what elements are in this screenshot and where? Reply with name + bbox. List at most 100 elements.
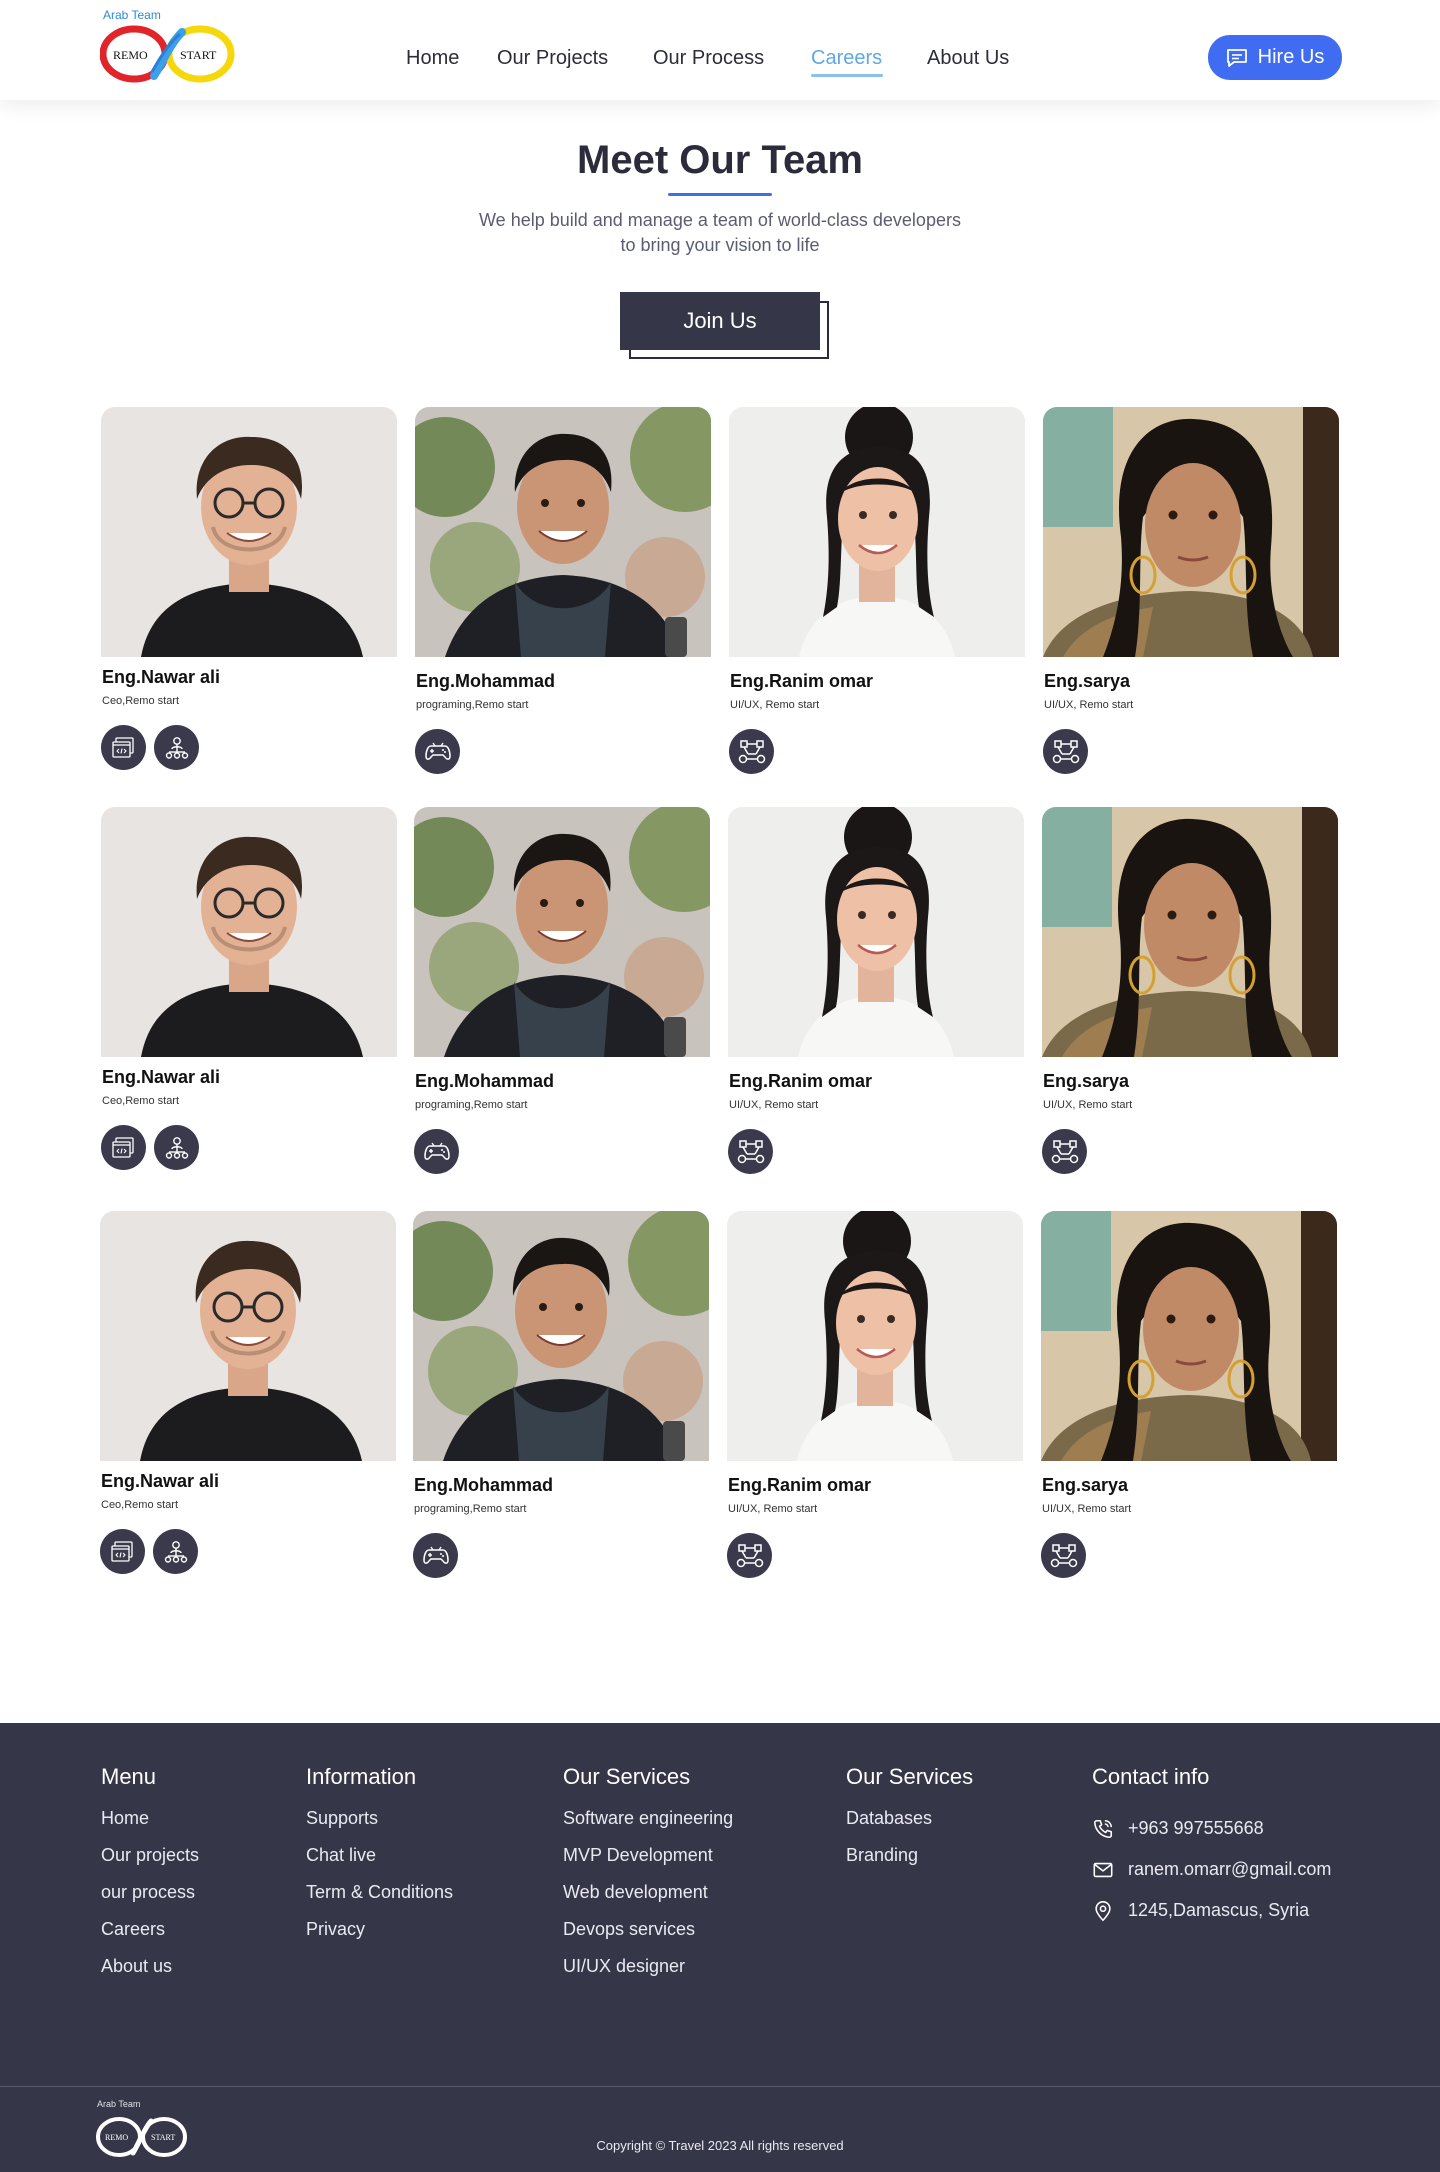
code-window-icon[interactable]: [100, 1529, 145, 1574]
footer-services-column-2: Our Services Databases Branding: [846, 1764, 973, 1882]
footer-link-software-engineering[interactable]: Software engineering: [563, 1808, 733, 1845]
contact-email-text: ranem.omarr@gmail.com: [1128, 1859, 1332, 1879]
infinity-logo-icon: REMO START: [100, 25, 235, 83]
team-member-role: programing,Remo start: [414, 1503, 527, 1515]
contact-email[interactable]: ranem.omarr@gmail.com: [1092, 1849, 1331, 1890]
footer-link-home[interactable]: Home: [101, 1808, 199, 1845]
contact-phone-text: +963 997555668: [1128, 1818, 1264, 1838]
hire-us-label: Hire Us: [1257, 46, 1325, 68]
team-member-card[interactable]: Eng.Mohammad programing,Remo start: [415, 407, 711, 797]
footer-services-heading-2: Our Services: [846, 1764, 974, 1789]
vector-nodes-icon[interactable]: [1042, 1129, 1087, 1174]
team-member-name: Eng.Ranim omar: [730, 671, 874, 691]
team-member-role: UI/UX, Remo start: [1043, 1099, 1133, 1111]
footer-services-heading-1: Our Services: [563, 1764, 691, 1789]
nav-home[interactable]: Home: [406, 47, 459, 70]
footer-link-uiux-designer[interactable]: UI/UX designer: [563, 1956, 733, 1993]
man-scarf-photo: [415, 407, 711, 657]
nav-our-process[interactable]: Our Process: [653, 47, 764, 70]
team-member-name: Eng.sarya: [1044, 671, 1131, 691]
page-subtitle: We help build and manage a team of world…: [0, 208, 1440, 258]
nav-careers[interactable]: Careers: [811, 47, 883, 77]
team-member-card[interactable]: Eng.Ranim omar UI/UX, Remo start: [729, 407, 1025, 797]
footer-link-careers[interactable]: Careers: [101, 1919, 199, 1956]
vector-nodes-icon[interactable]: [1041, 1533, 1086, 1578]
team-member-name: Eng.Nawar ali: [101, 1471, 220, 1491]
gamepad-icon[interactable]: [413, 1533, 458, 1578]
nav-our-projects[interactable]: Our Projects: [497, 47, 608, 70]
team-member-name: Eng.sarya: [1042, 1475, 1129, 1495]
join-us-wrapper: Join Us: [620, 292, 830, 360]
hierarchy-icon[interactable]: [153, 1529, 198, 1574]
footer-link-terms[interactable]: Term & Conditions: [306, 1882, 453, 1919]
woman-bun-photo: [727, 1211, 1023, 1461]
hire-us-button[interactable]: Hire Us: [1208, 35, 1342, 80]
logo-tagline: Arab Team: [103, 8, 161, 22]
team-member-role: Ceo,Remo start: [102, 1095, 180, 1107]
mail-icon: [1093, 1862, 1113, 1877]
vector-nodes-icon[interactable]: [727, 1533, 772, 1578]
vector-nodes-icon[interactable]: [1043, 729, 1088, 774]
footer-logo[interactable]: Arab Team REMO START: [96, 2099, 196, 2165]
team-member-name: Eng.Mohammad: [416, 671, 556, 691]
footer-link-our-projects[interactable]: Our projects: [101, 1845, 199, 1882]
join-us-button[interactable]: Join Us: [620, 292, 820, 350]
footer-link-mvp-development[interactable]: MVP Development: [563, 1845, 733, 1882]
footer-divider: [0, 2086, 1440, 2087]
chat-icon: [1226, 48, 1247, 67]
footer-information-heading: Information: [306, 1764, 417, 1789]
team-member-card[interactable]: Eng.Ranim omar UI/UX, Remo start: [728, 807, 1024, 1197]
footer-link-about-us[interactable]: About us: [101, 1956, 199, 1993]
footer-link-databases[interactable]: Databases: [846, 1808, 973, 1845]
phone-icon: [1093, 1819, 1113, 1838]
hierarchy-icon[interactable]: [154, 725, 199, 770]
team-member-card[interactable]: Eng.Mohammad programing,Remo start: [413, 1211, 709, 1601]
man-glasses-photo: [100, 1211, 396, 1461]
team-member-name: Eng.Nawar ali: [102, 1067, 221, 1087]
team-member-role: UI/UX, Remo start: [728, 1503, 818, 1515]
code-window-icon[interactable]: [101, 1125, 146, 1170]
team-member-card[interactable]: Eng.sarya UI/UX, Remo start: [1043, 407, 1339, 797]
man-scarf-photo: [414, 807, 710, 1057]
footer-link-chat-live[interactable]: Chat live: [306, 1845, 453, 1882]
footer-link-our-process[interactable]: our process: [101, 1882, 199, 1919]
team-member-card[interactable]: Eng.Nawar ali Ceo,Remo start: [101, 807, 397, 1197]
team-member-role: UI/UX, Remo start: [1044, 699, 1134, 711]
location-pin-icon: [1095, 1900, 1111, 1921]
logo[interactable]: Arab Team REMO START: [100, 8, 240, 84]
gamepad-icon[interactable]: [414, 1129, 459, 1174]
footer-services-column-1: Our Services Software engineering MVP De…: [563, 1764, 733, 1993]
man-scarf-photo: [413, 1211, 709, 1461]
team-member-card[interactable]: Eng.Ranim omar UI/UX, Remo start: [727, 1211, 1023, 1601]
footer-link-web-development[interactable]: Web development: [563, 1882, 733, 1919]
vector-nodes-icon[interactable]: [729, 729, 774, 774]
copyright: Copyright © Travel 2023 All rights reser…: [596, 2138, 844, 2153]
gamepad-icon[interactable]: [415, 729, 460, 774]
team-member-role: UI/UX, Remo start: [1042, 1503, 1132, 1515]
team-member-card[interactable]: Eng.Mohammad programing,Remo start: [414, 807, 710, 1197]
vector-nodes-icon[interactable]: [728, 1129, 773, 1174]
subtitle-line-1: We help build and manage a team of world…: [479, 210, 961, 230]
site-header: Arab Team REMO START Home Our Projects O…: [0, 0, 1440, 100]
footer-link-supports[interactable]: Supports: [306, 1808, 453, 1845]
team-member-card[interactable]: Eng.sarya UI/UX, Remo start: [1042, 807, 1338, 1197]
woman-earrings-photo: [1041, 1211, 1337, 1461]
team-member-card[interactable]: Eng.Nawar ali Ceo,Remo start: [100, 1211, 396, 1601]
team-member-role: Ceo,Remo start: [102, 695, 180, 707]
man-glasses-photo: [101, 807, 397, 1057]
footer-link-privacy[interactable]: Privacy: [306, 1919, 453, 1956]
hierarchy-icon[interactable]: [154, 1125, 199, 1170]
footer-link-branding[interactable]: Branding: [846, 1845, 973, 1882]
nav-about-us[interactable]: About Us: [927, 47, 1009, 70]
svg-text:REMO: REMO: [113, 48, 148, 62]
team-member-name: Eng.Nawar ali: [102, 667, 221, 687]
contact-phone[interactable]: +963 997555668: [1092, 1808, 1331, 1849]
code-window-icon[interactable]: [101, 725, 146, 770]
team-member-card[interactable]: Eng.sarya UI/UX, Remo start: [1041, 1211, 1337, 1601]
svg-text:START: START: [180, 48, 217, 62]
team-member-card[interactable]: Eng.Nawar ali Ceo,Remo start: [101, 407, 397, 797]
footer-link-devops-services[interactable]: Devops services: [563, 1919, 733, 1956]
page-title: Meet Our Team: [577, 138, 863, 182]
team-member-role: programing,Remo start: [416, 699, 529, 711]
woman-earrings-photo: [1042, 807, 1338, 1057]
